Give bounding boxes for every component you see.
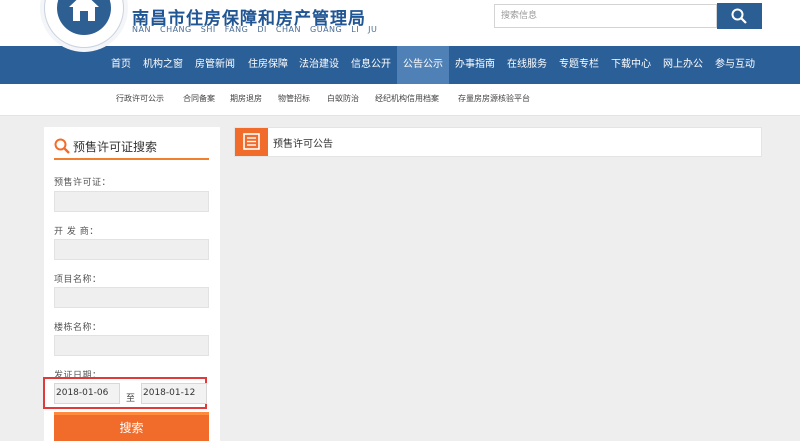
panel-title: 预售许可证搜索 xyxy=(73,140,158,154)
house-emblem-icon xyxy=(57,0,111,35)
announcement-title: 预售许可公告 xyxy=(273,139,333,150)
nav-item-announcements[interactable]: 公告公示 xyxy=(397,46,449,84)
subnav-item-property-tender[interactable]: 物管招标 xyxy=(278,84,310,114)
nav-item-organization[interactable]: 机构之窗 xyxy=(143,46,183,84)
date-to-input[interactable]: 2018-01-12 xyxy=(141,383,207,404)
nav-item-guide[interactable]: 办事指南 xyxy=(455,46,495,84)
panel-header: 预售许可证搜索 xyxy=(54,132,209,160)
site-header: 南昌市住房保障和房产管理局 NAN CHANG SHI FANG DI CHAN… xyxy=(0,0,800,48)
sub-nav: 行政许可公示 合同备案 期房退房 物管招标 白蚁防治 经纪机构信用档案 存量房房… xyxy=(0,84,800,116)
subnav-item-contract-filing[interactable]: 合同备案 xyxy=(183,84,215,114)
nav-item-downloads[interactable]: 下载中心 xyxy=(611,46,651,84)
nav-item-special-topics[interactable]: 专题专栏 xyxy=(559,46,599,84)
project-name-input[interactable] xyxy=(54,287,209,308)
date-from-input[interactable]: 2018-01-06 xyxy=(54,383,120,404)
date-range-separator: 至 xyxy=(126,394,136,404)
nav-item-online-service[interactable]: 在线服务 xyxy=(507,46,547,84)
nav-item-housing-security[interactable]: 住房保障 xyxy=(248,46,288,84)
site-search-button[interactable] xyxy=(717,3,762,29)
nav-item-interaction[interactable]: 参与互动 xyxy=(715,46,755,84)
subnav-item-permit-notice[interactable]: 行政许可公示 xyxy=(116,84,164,114)
search-icon xyxy=(731,8,747,24)
nav-item-info-disclosure[interactable]: 信息公开 xyxy=(351,46,391,84)
nav-item-news[interactable]: 房管新闻 xyxy=(195,46,235,84)
subnav-item-termite-control[interactable]: 白蚁防治 xyxy=(327,84,359,114)
permit-number-label: 预售许可证： xyxy=(54,178,112,188)
nav-item-online-office[interactable]: 网上办公 xyxy=(663,46,703,84)
site-subtitle: NAN CHANG SHI FANG DI CHAN GUANG LI JU xyxy=(132,25,378,34)
main-nav: 首页 机构之窗 房管新闻 住房保障 法治建设 信息公开 公告公示 办事指南 在线… xyxy=(0,46,800,84)
nav-item-home[interactable]: 首页 xyxy=(111,46,131,84)
site-logo[interactable] xyxy=(44,0,124,48)
subnav-item-presale-return[interactable]: 期房退房 xyxy=(230,84,262,114)
permit-number-input[interactable] xyxy=(54,191,209,212)
site-search-input[interactable] xyxy=(494,4,717,28)
project-name-label: 项目名称： xyxy=(54,275,102,285)
building-name-label: 楼栋名称： xyxy=(54,323,102,333)
nav-item-legal[interactable]: 法治建设 xyxy=(299,46,339,84)
search-submit-button[interactable]: 搜索 xyxy=(54,412,209,441)
developer-label: 开 发 商： xyxy=(54,227,99,237)
list-icon xyxy=(235,128,268,156)
building-name-input[interactable] xyxy=(54,335,209,356)
subnav-item-listing-verification[interactable]: 存量房房源核验平台 xyxy=(458,84,530,114)
developer-input[interactable] xyxy=(54,239,209,260)
announcement-panel: 预售许可公告 xyxy=(234,127,762,157)
subnav-item-agency-credit[interactable]: 经纪机构信用档案 xyxy=(375,84,439,114)
magnifier-icon xyxy=(54,138,70,154)
